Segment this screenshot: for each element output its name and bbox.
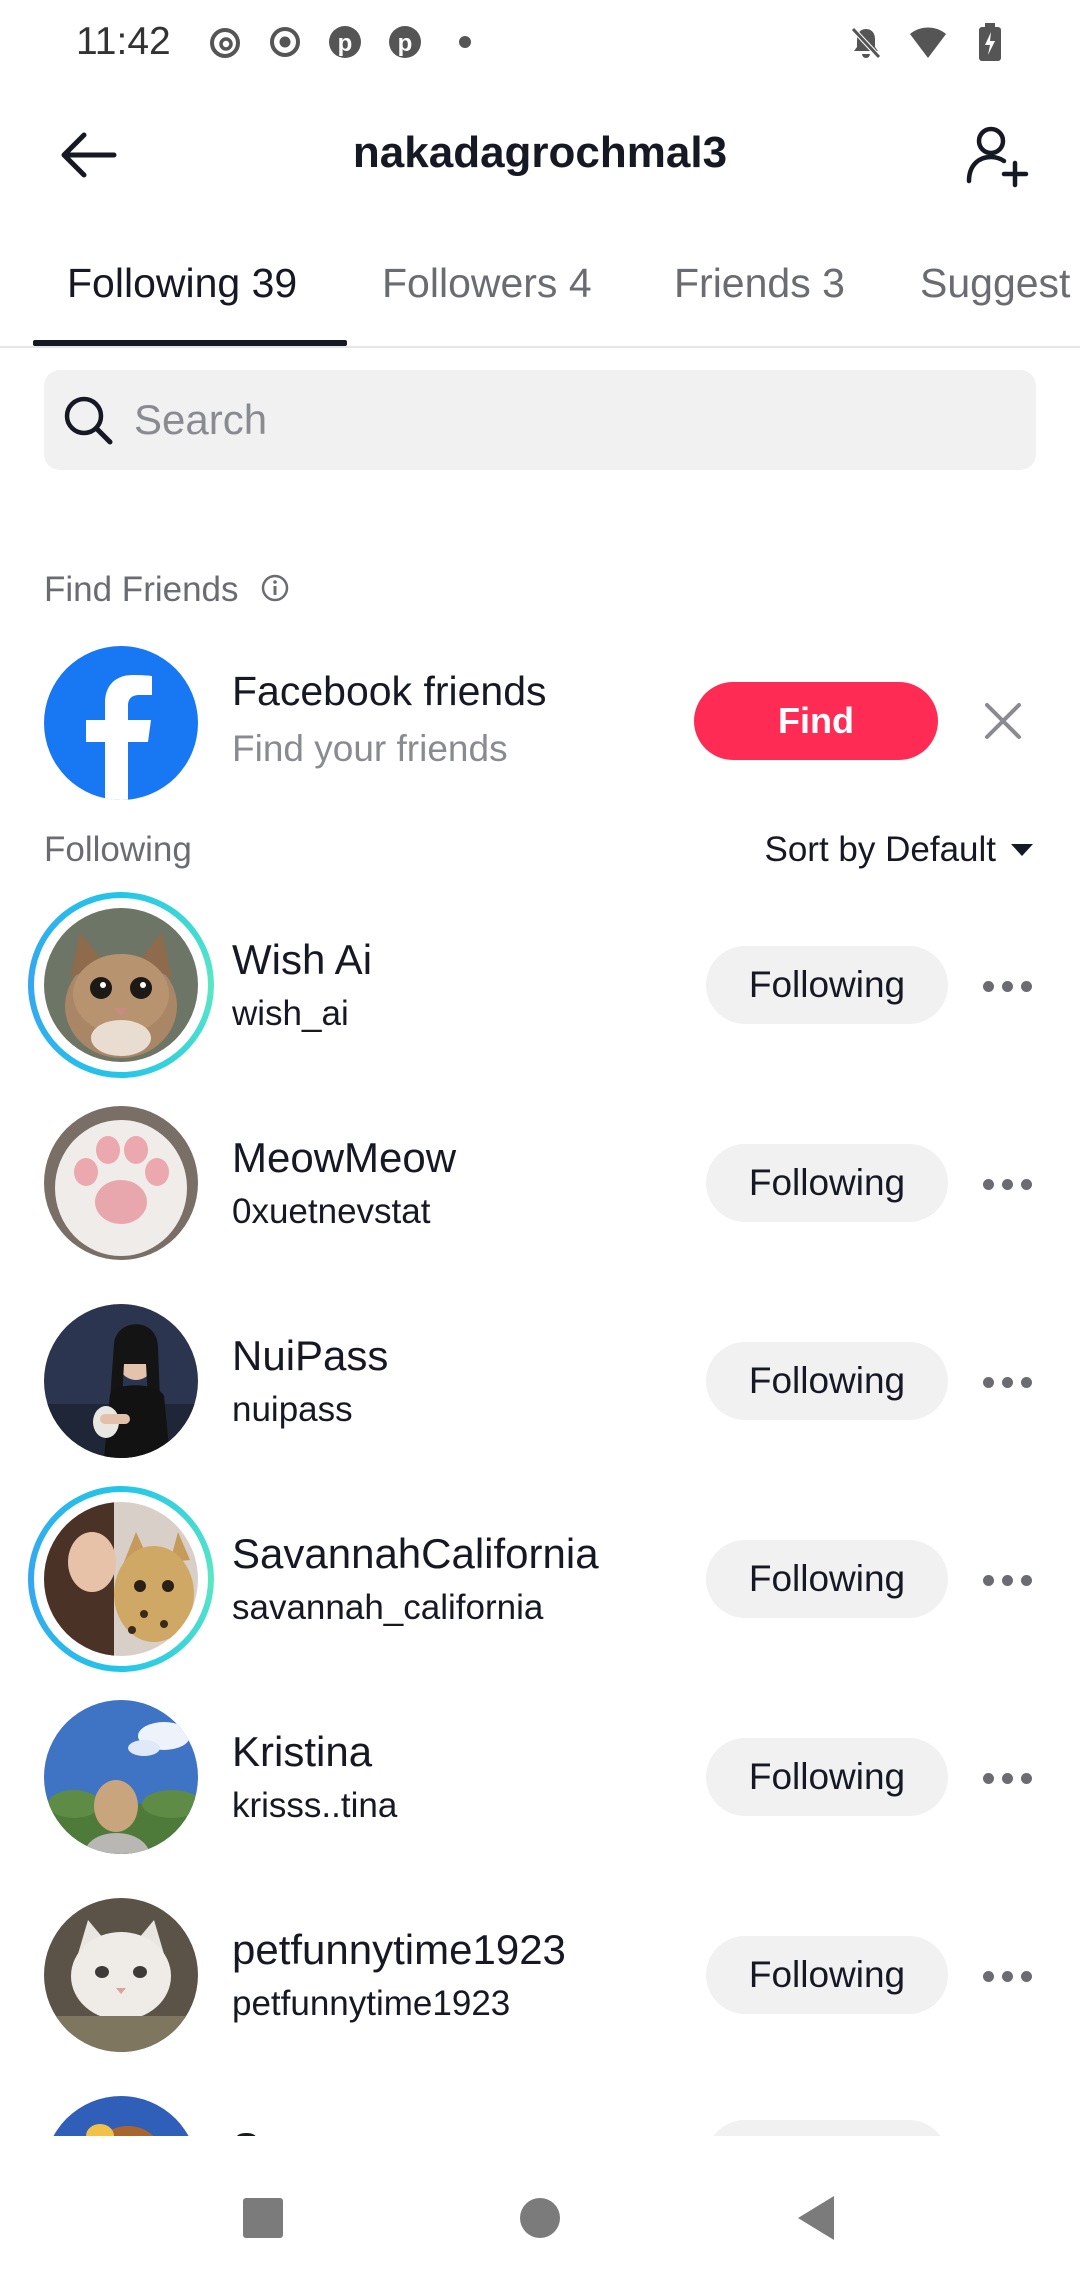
user-handle: nuipass — [232, 1390, 353, 1429]
list-item[interactable]: S — [0, 2076, 1080, 2136]
home-button[interactable] — [512, 2190, 568, 2246]
more-options-icon[interactable] — [976, 1362, 1038, 1402]
avatar — [44, 1502, 198, 1656]
following-button[interactable]: Following — [706, 1936, 948, 2014]
user-handle: 0xuetnevstat — [232, 1192, 431, 1231]
facebook-logo-icon — [44, 646, 198, 800]
svg-text:p: p — [338, 30, 353, 57]
header: nakadagrochmal3 — [0, 100, 1080, 210]
user-name: Wish Ai — [232, 936, 373, 983]
tab-suggested[interactable]: Suggest — [920, 260, 1070, 307]
avatar[interactable] — [44, 1106, 198, 1260]
user-handle: petfunnytime1923 — [232, 1984, 511, 2023]
avatar[interactable] — [44, 2096, 198, 2136]
search-bar[interactable] — [44, 370, 1036, 470]
user-handle: savannah_california — [232, 1588, 544, 1627]
find-friends-label: Find Friends — [44, 570, 239, 609]
status-icons-left: p p — [205, 22, 485, 62]
sort-button[interactable]: Sort by Default — [765, 830, 1035, 870]
user-handle: wish_ai — [232, 994, 349, 1033]
tab-following[interactable]: Following 39 — [67, 260, 297, 307]
user-name: MeowMeow — [232, 1134, 457, 1181]
following-button[interactable]: Following — [706, 1738, 948, 1816]
avatar[interactable] — [44, 1898, 198, 2052]
status-bar: 11:42 p p — [0, 0, 1080, 90]
find-button[interactable]: Find — [694, 682, 938, 760]
dot-icon — [445, 22, 485, 62]
more-options-icon[interactable] — [976, 1956, 1038, 1996]
search-input[interactable] — [134, 396, 994, 444]
more-options-icon[interactable] — [976, 966, 1038, 1006]
square-icon — [243, 2198, 283, 2238]
find-friends-header: Find Friends — [44, 570, 290, 612]
more-options-icon[interactable] — [976, 1758, 1038, 1798]
list-item[interactable]: MeowMeow 0xuetnevstat Following — [0, 1086, 1080, 1284]
record-icon — [265, 22, 305, 62]
avatar — [44, 908, 198, 1062]
triangle-back-icon — [798, 2196, 834, 2240]
avatar[interactable] — [44, 1304, 198, 1458]
facebook-friends-row: Facebook friends Find your friends Find — [0, 640, 1080, 810]
recents-button[interactable] — [235, 2190, 291, 2246]
more-options-icon[interactable] — [976, 1164, 1038, 1204]
more-options-icon[interactable] — [976, 1560, 1038, 1600]
back-nav-button[interactable] — [788, 2190, 844, 2246]
caret-down-icon — [1011, 844, 1033, 856]
page-title: nakadagrochmal3 — [352, 128, 728, 177]
status-time: 11:42 — [76, 20, 171, 63]
list-item[interactable]: NuiPass nuipass Following — [0, 1284, 1080, 1482]
add-user-button[interactable] — [956, 114, 1040, 198]
svg-text:p: p — [398, 30, 413, 57]
user-name: NuiPass — [232, 1332, 389, 1379]
following-button[interactable]: Following — [706, 1144, 948, 1222]
story-ring[interactable] — [28, 1486, 214, 1672]
following-list: Wish Ai wish_ai Following MeowMeow 0xuet… — [0, 888, 1080, 2136]
list-item[interactable]: SavannahCalifornia savannah_california F… — [0, 1482, 1080, 1680]
facebook-friends-title: Facebook friends — [232, 668, 547, 714]
sort-label: Sort by Default — [764, 830, 997, 869]
list-item[interactable]: Wish Ai wish_ai Following — [0, 888, 1080, 1086]
user-handle: krisss..tina — [232, 1786, 398, 1825]
status-icons-right — [846, 22, 1010, 62]
user-name: S — [232, 2124, 260, 2136]
dismiss-button[interactable] — [974, 692, 1032, 750]
tab-bar: Following 39 Followers 4 Friends 3 Sugge… — [0, 240, 1080, 348]
active-tab-indicator — [33, 340, 347, 346]
tab-followers[interactable]: Followers 4 — [382, 260, 592, 307]
following-button[interactable] — [706, 2120, 948, 2136]
circle-icon — [520, 2198, 560, 2238]
system-nav-bar — [0, 2148, 1080, 2280]
tab-friends[interactable]: Friends 3 — [674, 260, 845, 307]
user-name: Kristina — [232, 1728, 373, 1775]
bell-off-icon — [846, 22, 886, 62]
pinterest-icon: p — [385, 22, 425, 62]
pinterest-icon: p — [325, 22, 365, 62]
info-icon[interactable] — [260, 572, 290, 612]
threads-icon — [205, 22, 245, 62]
avatar[interactable] — [44, 1700, 198, 1854]
following-label: Following — [44, 830, 192, 869]
user-name: SavannahCalifornia — [232, 1530, 599, 1577]
add-user-icon — [966, 126, 1029, 188]
following-button[interactable]: Following — [706, 1540, 948, 1618]
user-name: petfunnytime1923 — [232, 1926, 566, 1973]
close-icon — [985, 703, 1021, 739]
search-icon — [60, 392, 116, 448]
facebook-friends-subtitle: Find your friends — [232, 728, 508, 769]
following-button[interactable]: Following — [706, 946, 948, 1024]
following-section-header: Following Sort by Default — [0, 830, 1080, 880]
battery-charging-icon — [970, 22, 1010, 62]
story-ring[interactable] — [28, 892, 214, 1078]
list-item[interactable]: petfunnytime1923 petfunnytime1923 Follow… — [0, 1878, 1080, 2076]
list-item[interactable]: Kristina krisss..tina Following — [0, 1680, 1080, 1878]
following-button[interactable]: Following — [706, 1342, 948, 1420]
wifi-icon — [908, 22, 948, 62]
